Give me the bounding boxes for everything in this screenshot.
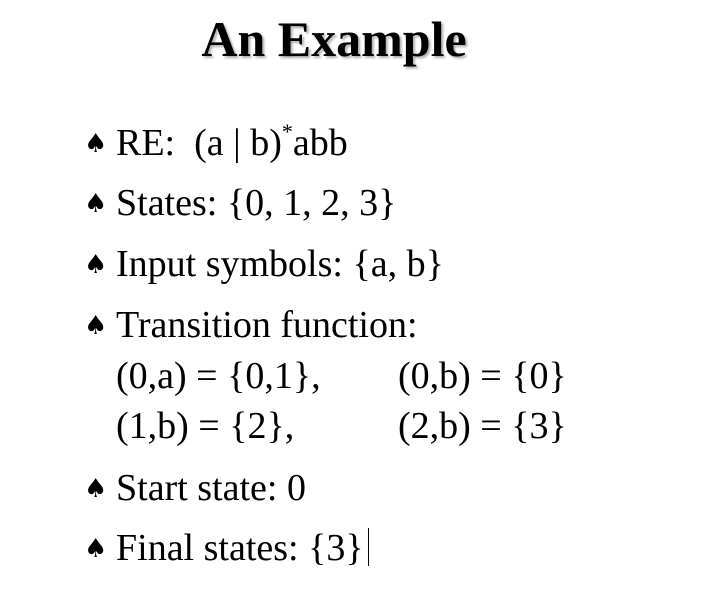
spade-bullet-icon: ♠ [84,534,108,564]
slide: An Example ♠ RE: (a | b)*abb ♠ States: {0,… [0,0,710,600]
input-symbols-text: Input symbols: {a, b} [116,243,444,285]
final-states-text[interactable]: Final states: {3} [116,527,364,569]
re-expression: (a | b) [194,122,282,164]
transition-entry: (0,a) = {0,1}, [116,355,321,397]
re-kleene-star: * [281,119,293,144]
spade-bullet-icon: ♠ [84,189,108,219]
start-state-text: Start state: 0 [116,467,306,509]
spade-bullet-icon: ♠ [84,250,108,280]
bullet-re: ♠ RE: (a | b)*abb [84,120,348,167]
transition-entry: (0,b) = {0} [398,355,567,397]
bullet-final-states: ♠ Final states: {3} [84,525,369,572]
states-text: States: {0, 1, 2, 3} [116,182,397,224]
bullet-transition-function: ♠ Transition function: [84,302,418,349]
text-cursor [367,528,369,566]
spade-bullet-icon: ♠ [84,311,108,341]
transition-entry: (2,b) = {3} [398,405,567,447]
bullet-input-symbols: ♠ Input symbols: {a, b} [84,241,444,288]
transition-entry: (1,b) = {2}, [116,405,295,447]
re-label: RE: [116,122,176,164]
transition-label: Transition function: [116,304,418,346]
spade-bullet-icon: ♠ [84,129,108,159]
re-expression-tail: abb [292,122,348,164]
bullet-start-state: ♠ Start state: 0 [84,465,306,512]
slide-title: An Example [201,11,467,67]
spade-bullet-icon: ♠ [84,474,108,504]
bullet-states: ♠ States: {0, 1, 2, 3} [84,180,396,227]
